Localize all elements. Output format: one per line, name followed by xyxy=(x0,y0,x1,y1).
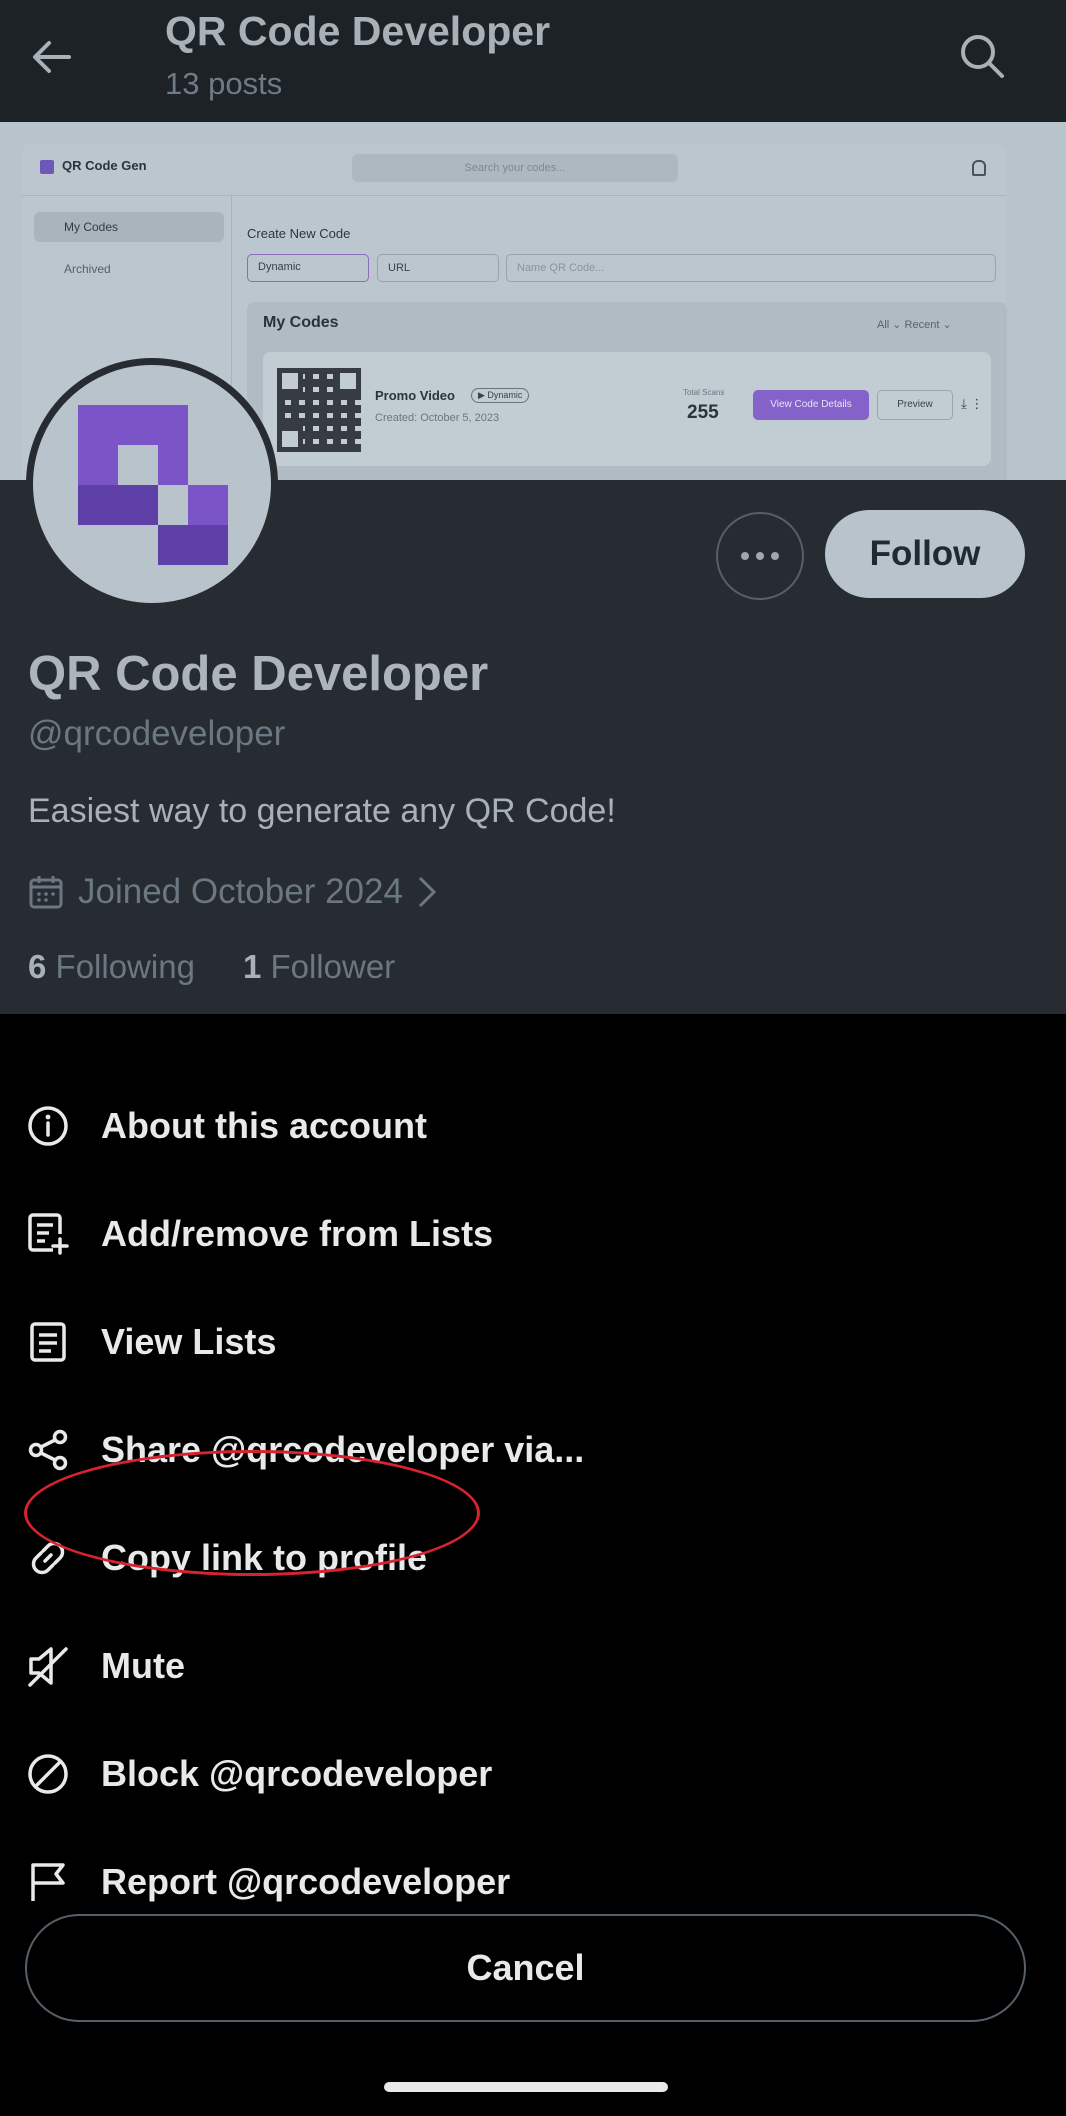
more-dots-icon xyxy=(741,552,749,560)
follow-button[interactable]: Follow xyxy=(825,510,1025,598)
profile-stats: 6 Following 1 Follower xyxy=(28,948,395,986)
share-icon xyxy=(24,1426,72,1474)
list-add-icon xyxy=(24,1210,72,1258)
info-icon xyxy=(24,1102,72,1150)
home-indicator[interactable] xyxy=(384,2082,668,2092)
menu-item-block[interactable]: Block @qrcodeveloper xyxy=(0,1724,1066,1824)
menu-item-about[interactable]: About this account xyxy=(0,1076,1066,1176)
following-count: 6 xyxy=(28,948,47,985)
menu-item-label: Mute xyxy=(101,1645,185,1686)
menu-item-label: Block @qrcodeveloper xyxy=(101,1753,493,1794)
joined-date[interactable]: Joined October 2024 xyxy=(28,868,437,916)
profile-bio: Easiest way to generate any QR Code! xyxy=(28,792,616,830)
followers-link[interactable]: 1 Follower xyxy=(243,948,395,986)
following-link[interactable]: 6 Following xyxy=(28,948,195,986)
menu-item-label: Copy link to profile xyxy=(101,1537,428,1578)
chevron-right-icon xyxy=(418,876,437,908)
menu-item-label: View Lists xyxy=(101,1321,277,1362)
menu-item-label: Add/remove from Lists xyxy=(101,1213,494,1254)
list-icon xyxy=(24,1318,72,1366)
followers-count: 1 xyxy=(242,948,262,985)
more-options-button[interactable] xyxy=(716,512,804,600)
calendar-icon xyxy=(29,876,63,909)
flag-icon xyxy=(24,1858,72,1906)
menu-item-add-remove-lists[interactable]: Add/remove from Lists xyxy=(0,1184,1066,1284)
qr-logo-icon xyxy=(78,405,228,565)
menu-item-label: Share @qrcodeveloper via... xyxy=(101,1429,585,1470)
cancel-button[interactable]: Cancel xyxy=(25,1914,1026,2022)
joined-label: Joined October 2024 xyxy=(78,872,403,911)
block-icon xyxy=(24,1750,72,1798)
mute-icon xyxy=(24,1642,72,1690)
menu-item-mute[interactable]: Mute xyxy=(0,1616,1066,1716)
profile-name: QR Code Developer xyxy=(28,647,489,701)
followers-label: Follower xyxy=(270,948,396,985)
menu-item-label: Report @qrcodeveloper xyxy=(101,1861,511,1902)
link-icon xyxy=(24,1534,72,1582)
menu-item-label: About this account xyxy=(101,1105,427,1146)
avatar[interactable] xyxy=(28,360,276,608)
menu-item-copy-link[interactable]: Copy link to profile xyxy=(0,1508,1066,1608)
menu-item-share[interactable]: Share @qrcodeveloper via... xyxy=(0,1400,1066,1500)
profile-handle: @qrcodeveloper xyxy=(28,714,286,753)
following-label: Following xyxy=(55,948,195,985)
menu-item-view-lists[interactable]: View Lists xyxy=(0,1292,1066,1392)
